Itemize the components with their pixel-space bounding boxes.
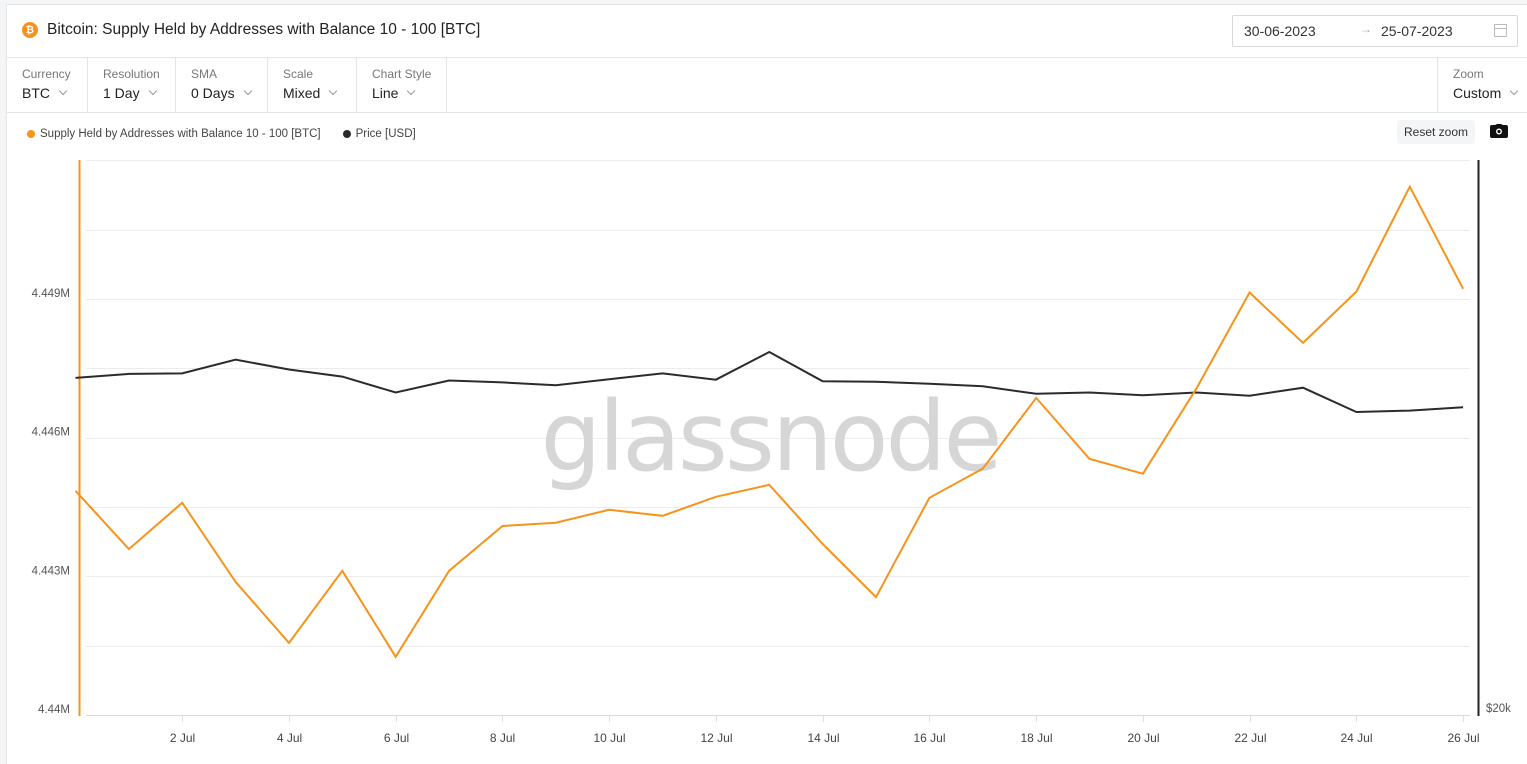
x-axis-tick-label: 8 Jul — [490, 731, 515, 745]
x-axis-tick-label: 20 Jul — [1127, 731, 1159, 745]
x-axis-tick-label: 22 Jul — [1234, 731, 1266, 745]
watermark: glassnode — [540, 381, 999, 493]
x-axis-tick-label: 12 Jul — [700, 731, 732, 745]
x-axis-tick-label: 2 Jul — [170, 731, 195, 745]
y-axis-left-ticks: 4.44M 4.443M 4.446M 4.449M — [32, 288, 70, 716]
x-axis-tick-label: 26 Jul — [1447, 731, 1479, 745]
y-axis-left-tick-label: 4.449M — [32, 288, 70, 300]
x-axis-tick-label: 14 Jul — [807, 731, 839, 745]
x-axis-ticks: 2 Jul 4 Jul 6 Jul 8 Jul 10 Jul 12 Jul 14 Jul 16… — [170, 716, 1480, 745]
x-axis-tick-label: 24 Jul — [1340, 731, 1372, 745]
y-axis-left-tick-label: 4.446M — [32, 427, 70, 439]
chart-plot[interactable]: glassnode 4.44M 4.443M 4.446M 4.449M 2 Jul 4… — [0, 0, 1527, 764]
x-axis-tick-label: 4 Jul — [277, 731, 302, 745]
y-axis-left-tick-label: 4.443M — [32, 565, 70, 577]
x-axis-tick-label: 16 Jul — [913, 731, 945, 745]
x-axis-tick-label: 18 Jul — [1020, 731, 1052, 745]
y-axis-left-tick-label: 4.44M — [38, 704, 70, 716]
x-axis-tick-label: 6 Jul — [384, 731, 409, 745]
y-axis-right-tick-label: $20k — [1486, 703, 1511, 715]
x-axis-tick-label: 10 Jul — [593, 731, 625, 745]
